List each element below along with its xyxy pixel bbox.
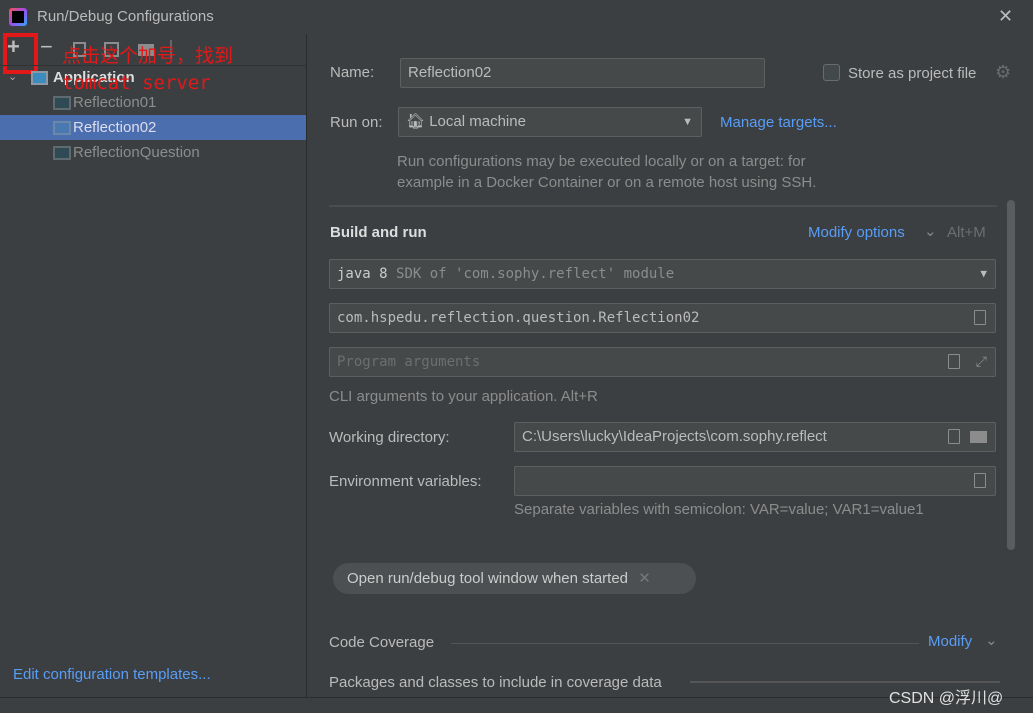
browse-icon[interactable]	[974, 473, 986, 488]
manage-targets-link[interactable]: Manage targets...	[720, 114, 837, 131]
packages-divider	[690, 681, 1000, 683]
main-class-value: com.hspedu.reflection.question.Reflectio…	[337, 310, 700, 326]
env-input[interactable]	[514, 466, 996, 496]
dropdown-arrow-icon: ▼	[980, 267, 987, 280]
browse-icon[interactable]	[948, 354, 960, 369]
section-divider	[329, 205, 997, 207]
expand-icon[interactable]: ⤢	[976, 348, 987, 376]
run-on-select[interactable]: 🏠︎ Local machine ▼	[398, 107, 702, 137]
chip-label: Open run/debug tool window when started	[347, 570, 629, 587]
gear-icon[interactable]: ⚙	[995, 62, 1011, 83]
config-icon	[53, 146, 71, 160]
dropdown-arrow-icon: ▼	[682, 116, 693, 128]
sdk-java: java 8	[337, 266, 388, 282]
application-icon	[31, 71, 48, 85]
scrollbar[interactable]	[1007, 200, 1015, 550]
intellij-logo-icon	[9, 8, 27, 26]
chevron-down-icon: ⌄	[8, 71, 18, 83]
tree-item-reflection02[interactable]: Reflection02	[0, 115, 306, 140]
store-project-checkbox[interactable]	[823, 64, 840, 81]
workdir-input[interactable]: C:\Users\lucky\IdeaProjects\com.sophy.re…	[514, 422, 996, 452]
config-icon	[53, 96, 71, 110]
coverage-title: Code Coverage	[329, 634, 435, 651]
config-icon	[53, 121, 71, 135]
tree-item-label: Reflection01	[73, 94, 157, 111]
sdk-select[interactable]: java 8 SDK of 'com.sophy.reflect' module…	[329, 259, 996, 289]
run-on-label: Run on:	[330, 114, 383, 131]
coverage-divider	[451, 643, 919, 644]
run-on-hint-2: example in a Docker Container or on a re…	[397, 174, 817, 191]
close-icon[interactable]: ✕	[638, 570, 651, 587]
workdir-label: Working directory:	[329, 429, 450, 446]
env-label: Environment variables:	[329, 473, 482, 490]
tree-item-reflection01[interactable]: Reflection01	[0, 90, 306, 115]
annotation-text-1: 点击这个加号，找到	[62, 45, 234, 67]
sdk-description: SDK of 'com.sophy.reflect' module	[396, 266, 675, 282]
modify-shortcut: Alt+M	[947, 224, 986, 241]
chevron-down-icon: ⌄	[924, 223, 937, 240]
open-tool-window-chip[interactable]: Open run/debug tool window when started …	[333, 563, 696, 594]
browse-icon[interactable]	[948, 429, 960, 444]
chevron-down-icon: ⌄	[985, 632, 998, 649]
modify-options-link[interactable]: Modify options	[808, 224, 905, 241]
name-label: Name:	[330, 64, 375, 81]
close-button[interactable]: ✕	[998, 6, 1013, 27]
build-run-title: Build and run	[330, 224, 427, 241]
title-bar: Run/Debug Configurations ✕	[0, 0, 1033, 34]
bottom-bar	[0, 697, 1033, 713]
watermark: CSDN @浮川@	[889, 690, 1004, 707]
env-hint: Separate variables with semicolon: VAR=v…	[514, 501, 924, 518]
run-on-value: Local machine	[429, 113, 526, 130]
home-icon: 🏠︎	[406, 113, 426, 130]
program-arguments-placeholder: Program arguments	[337, 354, 481, 370]
workdir-value: C:\Users\lucky\IdeaProjects\com.sophy.re…	[522, 428, 827, 445]
tree-item-label: ReflectionQuestion	[73, 144, 200, 161]
name-input[interactable]: Reflection02	[400, 58, 765, 88]
browse-icon[interactable]	[974, 310, 986, 325]
packages-label: Packages and classes to include in cover…	[329, 674, 662, 691]
configurations-sidebar: + − 点击这个加号，找到 ⌄ Application tomcat serve…	[0, 33, 307, 713]
edit-templates-link[interactable]: Edit configuration templates...	[13, 666, 211, 683]
store-project-label[interactable]: Store as project file	[848, 65, 976, 82]
program-arguments-input[interactable]: Program arguments ⤢	[329, 347, 996, 377]
remove-configuration-button[interactable]: −	[40, 34, 53, 60]
window-title: Run/Debug Configurations	[37, 8, 214, 25]
run-on-hint-1: Run configurations may be executed local…	[397, 153, 806, 170]
cli-hint: CLI arguments to your application. Alt+R	[329, 388, 598, 405]
main-class-input[interactable]: com.hspedu.reflection.question.Reflectio…	[329, 303, 996, 333]
coverage-modify-link[interactable]: Modify	[928, 633, 972, 650]
folder-icon[interactable]	[970, 431, 987, 443]
tree-item-reflectionquestion[interactable]: ReflectionQuestion	[0, 140, 306, 165]
tree-item-label: Reflection02	[73, 119, 157, 136]
